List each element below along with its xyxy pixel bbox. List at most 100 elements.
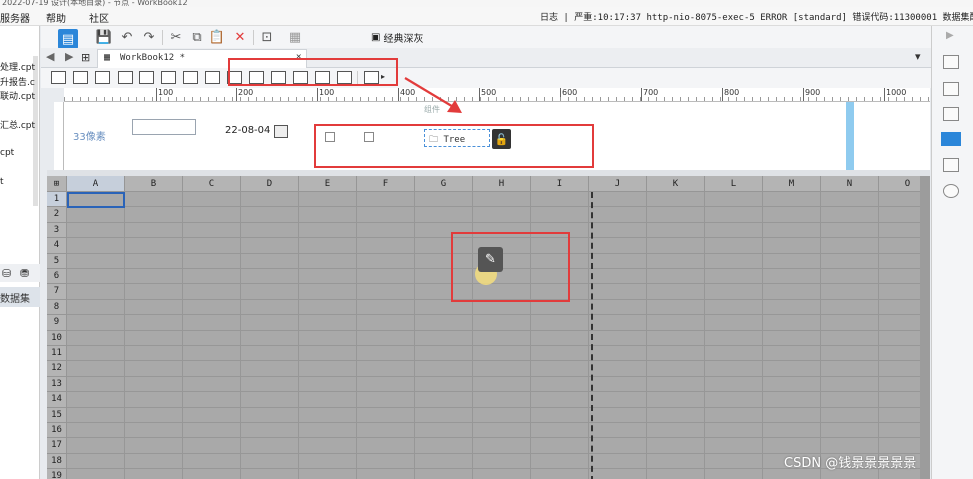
row-header[interactable]: 8 [47, 299, 67, 316]
row-header[interactable]: 15 [47, 407, 67, 423]
button-widget-icon[interactable] [95, 71, 110, 84]
cut-icon[interactable]: ✂ [168, 29, 184, 45]
column-header[interactable]: I [531, 176, 589, 192]
theme-button[interactable]: ▣ 经典深灰 [371, 29, 423, 45]
ruler-minor-tick [192, 97, 193, 101]
ruler-minor-tick [416, 97, 417, 101]
save-icon[interactable]: 💾 [96, 29, 112, 45]
ruler-minor-tick [664, 97, 665, 101]
row-header[interactable]: 5 [47, 253, 67, 269]
menu-server[interactable]: 服务器 [0, 10, 30, 25]
tab-menu-icon[interactable]: ▾ [915, 50, 921, 63]
tab-scroll-left-icon[interactable]: ◀ [46, 50, 54, 63]
row-header[interactable]: 11 [47, 346, 67, 362]
label-widget[interactable]: 33像素 [73, 128, 106, 143]
cell-element-icon[interactable] [943, 158, 959, 172]
cell-attribute-icon[interactable] [943, 55, 959, 69]
row-header[interactable]: 17 [47, 438, 67, 454]
column-header[interactable]: K [647, 176, 705, 192]
menubar: 服务器 帮助 社区 日志 | 严重:10:17:37 http-nio-8075… [0, 7, 973, 26]
dropdown-widget-icon[interactable] [118, 71, 133, 84]
ruler-minor-tick [832, 97, 833, 101]
dataset-tab[interactable]: 数据集 [0, 287, 40, 307]
undo-icon[interactable]: ↶ [119, 29, 135, 45]
preview-icon[interactable]: ⊡ [259, 29, 275, 45]
widget-settings-icon[interactable] [941, 132, 961, 146]
log-status[interactable]: 日志 | 严重:10:17:37 http-nio-8075-exec-5 ER… [540, 10, 973, 23]
column-header[interactable]: H [473, 176, 531, 192]
link-icon[interactable] [943, 184, 959, 198]
row-header[interactable]: 18 [47, 453, 67, 470]
date-widget[interactable]: 22-08-04 [225, 125, 270, 136]
file-item[interactable]: cpt [0, 148, 14, 158]
number-widget-icon[interactable] [139, 71, 154, 84]
ruler-minor-tick [264, 97, 265, 101]
column-header[interactable]: L [705, 176, 763, 192]
row-header[interactable]: 10 [47, 330, 67, 346]
row-header[interactable]: 4 [47, 238, 67, 254]
row-header[interactable]: 1 [47, 192, 67, 208]
condition-icon[interactable] [943, 82, 959, 96]
chart-widget-icon[interactable] [183, 71, 198, 84]
row-header[interactable]: 16 [47, 423, 67, 439]
row-header[interactable]: 7 [47, 284, 67, 300]
ruler-minor-tick [600, 97, 601, 101]
menu-help[interactable]: 帮助 [46, 10, 66, 25]
row-header[interactable]: 3 [47, 222, 67, 239]
paste-icon[interactable]: 📋 [209, 29, 225, 45]
ruler-minor-tick [168, 97, 169, 101]
grid-row-line [67, 406, 920, 408]
template-icon[interactable]: ▤ [58, 29, 78, 49]
row-header[interactable]: 14 [47, 392, 67, 408]
copy-icon[interactable]: ⧉ [189, 29, 205, 45]
row-header[interactable]: 12 [47, 361, 67, 377]
select-all-corner[interactable]: ⊞ [47, 176, 67, 192]
column-header[interactable]: N [821, 176, 879, 192]
report-widget-icon[interactable] [205, 71, 220, 84]
file-item[interactable]: t [0, 177, 4, 187]
row-header[interactable]: 6 [47, 269, 67, 285]
label-widget-icon[interactable] [51, 71, 66, 84]
row-header[interactable]: 2 [47, 207, 67, 223]
ruler-label: 500 [481, 88, 497, 97]
delete-icon[interactable]: ✕ [232, 29, 248, 45]
database-icon[interactable]: ⛁ [2, 267, 11, 280]
row-header[interactable]: 13 [47, 376, 67, 393]
calendar-icon[interactable] [274, 125, 288, 138]
column-header[interactable]: E [299, 176, 357, 192]
selection-strip [846, 102, 854, 170]
grid-row-line [67, 391, 920, 393]
database-alt-icon[interactable]: ⛃ [20, 267, 29, 280]
menu-community[interactable]: 社区 [89, 10, 109, 25]
left-tab-strip: ⛁ ⛃ [0, 264, 40, 282]
collapse-arrow-icon[interactable]: ▶ [946, 30, 954, 41]
column-header[interactable]: J [589, 176, 647, 192]
table-widget-icon[interactable] [161, 71, 176, 84]
file-item[interactable]: 联动.cpt [0, 89, 35, 102]
ruler-minor-tick [784, 97, 785, 101]
ruler-minor-tick [344, 97, 345, 101]
file-item[interactable]: 处理.cpt [0, 60, 35, 73]
redo-icon[interactable]: ↷ [141, 29, 157, 45]
spreadsheet-grid[interactable]: ⊞ A B C D E F G H I J K L M N O 1 2 3 4 5 6 7 8 9 10 11 12 13 14 15 16… [47, 176, 920, 479]
column-header[interactable]: B [125, 176, 183, 192]
hyperlink-icon[interactable] [943, 107, 959, 121]
column-header[interactable]: M [763, 176, 821, 192]
column-header[interactable]: F [357, 176, 415, 192]
tab-scroll-right-icon[interactable]: ▶ [65, 50, 73, 63]
column-header[interactable]: A [67, 176, 125, 192]
column-header[interactable]: G [415, 176, 473, 192]
row-header[interactable]: 19 [47, 469, 67, 479]
text-input-widget[interactable] [132, 119, 196, 135]
selected-cell[interactable] [67, 192, 125, 208]
ruler-minor-tick [728, 97, 729, 101]
vertical-scrollbar[interactable] [920, 176, 930, 479]
column-header[interactable]: O [879, 176, 920, 192]
column-header[interactable]: D [241, 176, 299, 192]
row-header[interactable]: 9 [47, 315, 67, 331]
grid-view-icon[interactable]: ⊞ [81, 51, 90, 64]
textbox-widget-icon[interactable] [73, 71, 88, 84]
file-item[interactable]: 汇总.cpt [0, 118, 35, 131]
column-header[interactable]: C [183, 176, 241, 192]
file-item[interactable]: 升报告.c [0, 75, 35, 88]
